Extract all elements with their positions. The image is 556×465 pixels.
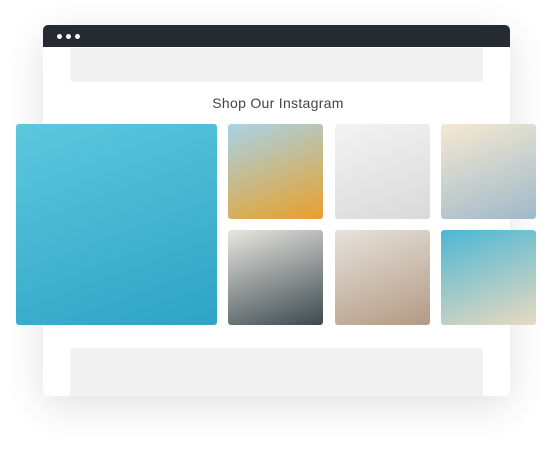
friends-sitting-photo[interactable] [335, 230, 430, 325]
pool-woman-photo[interactable] [16, 124, 217, 325]
title-bar [43, 25, 510, 47]
header-placeholder [70, 48, 483, 82]
orange-van-photo[interactable] [228, 124, 323, 219]
straw-hat-photo[interactable] [441, 230, 536, 325]
wall-hooks-photo[interactable] [335, 124, 430, 219]
window-dot-icon [57, 34, 62, 39]
window-dot-icon [75, 34, 80, 39]
window-dot-icon [66, 34, 71, 39]
travel-suitcase-photo[interactable] [228, 230, 323, 325]
section-title: Shop Our Instagram [212, 95, 344, 111]
beach-woman-sun-photo[interactable] [441, 124, 536, 219]
footer-placeholder [70, 348, 483, 396]
